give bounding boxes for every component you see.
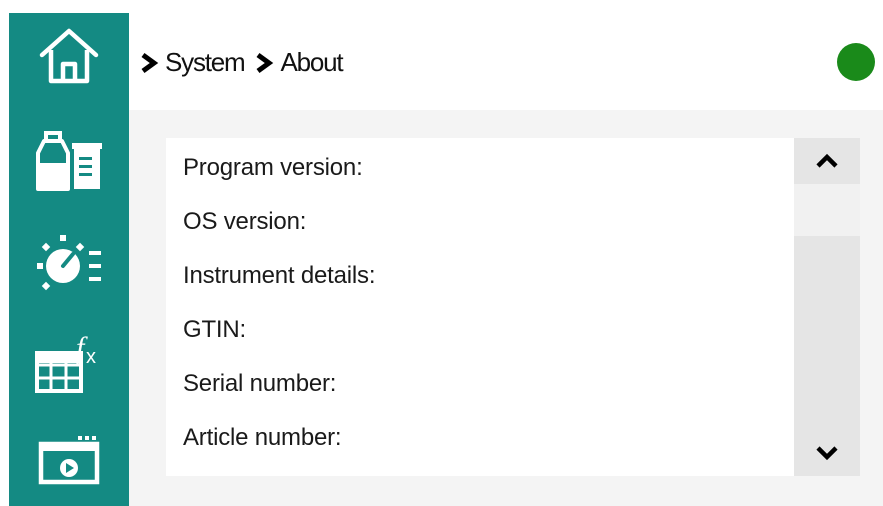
svg-text:x: x <box>86 346 96 368</box>
header-bar: System About <box>129 13 883 110</box>
nav-methods-button[interactable] <box>9 220 129 306</box>
home-icon <box>39 28 99 84</box>
os-version-label: OS version: <box>183 208 307 235</box>
program-version-label: Program version: <box>183 154 363 181</box>
scroll-thumb[interactable] <box>794 184 860 236</box>
scroll-down-button[interactable] <box>794 430 860 476</box>
breadcrumb-label: About <box>280 47 343 77</box>
table-formula-icon: f x <box>35 331 96 393</box>
scrollbar[interactable] <box>794 138 860 476</box>
about-panel: Program version: OS version: Instrument … <box>166 138 860 476</box>
breadcrumb: System About <box>139 47 352 78</box>
content-area: Program version: OS version: Instrument … <box>129 110 883 506</box>
chevron-up-icon <box>816 153 838 168</box>
sample-containers-icon <box>36 131 102 191</box>
breadcrumb-item-system[interactable]: System <box>139 47 246 78</box>
sidebar-nav: f x <box>9 13 129 506</box>
status-indicator <box>837 43 875 81</box>
serial-number-label: Serial number: <box>183 370 337 397</box>
nav-results-button[interactable]: f x <box>9 318 129 404</box>
chevron-right-icon <box>257 52 274 73</box>
scroll-up-button[interactable] <box>794 138 860 184</box>
nav-samples-button[interactable] <box>9 119 129 205</box>
chevron-right-icon <box>141 52 159 73</box>
instrument-details-label: Instrument details: <box>183 262 376 289</box>
nav-video-button[interactable] <box>9 417 129 503</box>
method-dial-icon <box>37 235 101 291</box>
article-number-label: Article number: <box>183 424 342 451</box>
breadcrumb-item-about[interactable]: About <box>254 47 344 78</box>
chevron-down-icon <box>816 446 838 461</box>
video-window-icon <box>38 436 100 485</box>
gtin-label: GTIN: <box>183 316 246 343</box>
breadcrumb-label: System <box>165 47 246 77</box>
nav-home-button[interactable] <box>9 13 129 99</box>
